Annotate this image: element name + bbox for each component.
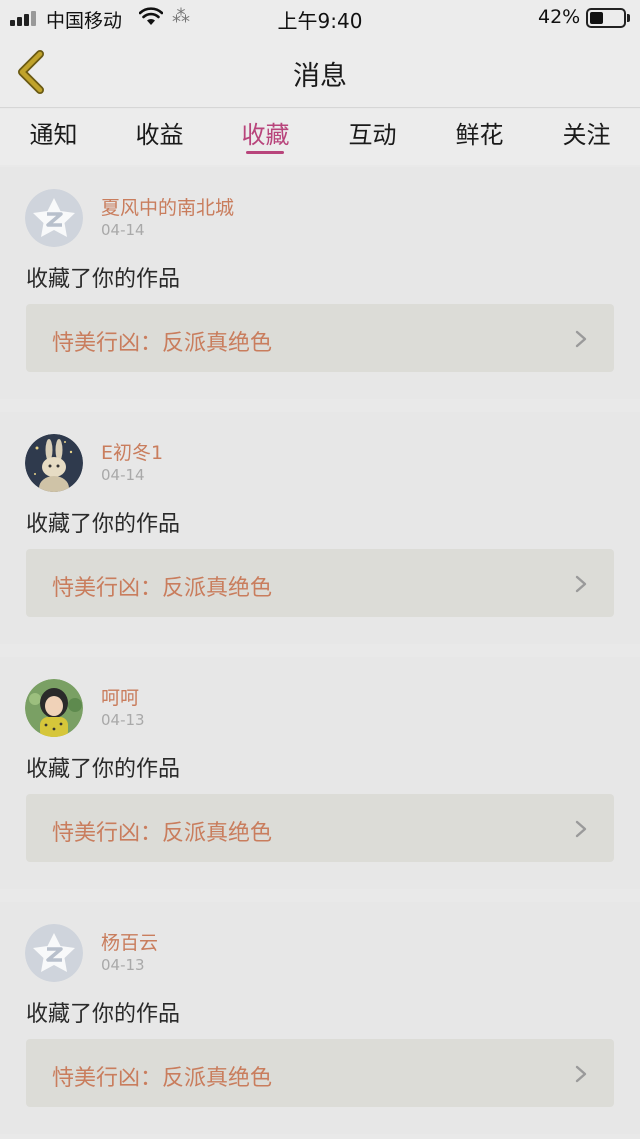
work-title: 恃美行凶：反派真绝色	[52, 331, 273, 356]
work-title: 恃美行凶：反派真绝色	[52, 576, 273, 601]
username-link[interactable]: 呵呵	[101, 683, 139, 710]
page-title: 消息	[293, 61, 347, 92]
username-link[interactable]: 夏风中的南北城	[101, 193, 234, 220]
tab-following[interactable]: 关注	[533, 115, 640, 150]
list-item: 呵呵 04-13 收藏了你的作品 恃美行凶：反派真绝色	[0, 657, 640, 889]
battery-tip	[627, 14, 630, 22]
battery-icon	[586, 8, 626, 28]
work-link[interactable]: 恃美行凶：反派真绝色	[26, 1039, 614, 1107]
message-text: 收藏了你的作品	[26, 1002, 181, 1027]
chevron-right-icon	[575, 330, 587, 348]
message-date: 04-13	[101, 956, 145, 974]
chevron-right-icon	[575, 575, 587, 593]
message-text: 收藏了你的作品	[26, 757, 181, 782]
tab-notifications[interactable]: 通知	[0, 115, 107, 150]
list-item: 夏风中的南北城 04-14 收藏了你的作品 恃美行凶：反派真绝色	[0, 167, 640, 399]
message-date: 04-14	[101, 221, 145, 239]
tab-favorites[interactable]: 收藏	[212, 115, 319, 150]
active-tab-indicator	[246, 151, 284, 154]
message-text: 收藏了你的作品	[26, 267, 181, 292]
work-link[interactable]: 恃美行凶：反派真绝色	[26, 794, 614, 862]
tab-bar: 通知 收益 收藏 互动 鲜花 关注	[0, 109, 640, 165]
tab-earnings[interactable]: 收益	[106, 115, 213, 150]
default-avatar-icon[interactable]	[25, 924, 83, 982]
tab-interactions[interactable]: 互动	[319, 115, 426, 150]
status-bar: 中国移动 ⁂ 上午9:40 42%	[0, 0, 640, 36]
rabbit-photo-avatar[interactable]	[25, 434, 83, 492]
chevron-left-icon	[18, 50, 44, 94]
work-title: 恃美行凶：反派真绝色	[52, 821, 273, 846]
work-link[interactable]: 恃美行凶：反派真绝色	[26, 549, 614, 617]
list-item: E初冬1 04-14 收藏了你的作品 恃美行凶：反派真绝色	[0, 412, 640, 644]
username-link[interactable]: E初冬1	[101, 438, 163, 465]
username-link[interactable]: 杨百云	[101, 928, 158, 955]
chevron-right-icon	[575, 1065, 587, 1083]
battery-percent: 42%	[538, 6, 581, 28]
work-title: 恃美行凶：反派真绝色	[52, 1066, 273, 1091]
list-item: 杨百云 04-13 收藏了你的作品 恃美行凶：反派真绝色	[0, 902, 640, 1134]
nav-bar: 消息	[0, 36, 640, 108]
tab-flowers[interactable]: 鲜花	[426, 115, 533, 150]
work-link[interactable]: 恃美行凶：反派真绝色	[26, 304, 614, 372]
message-text: 收藏了你的作品	[26, 512, 181, 537]
message-date: 04-13	[101, 711, 145, 729]
default-avatar-icon[interactable]	[25, 189, 83, 247]
back-button[interactable]	[10, 48, 58, 96]
message-date: 04-14	[101, 466, 145, 484]
girl-photo-avatar[interactable]	[25, 679, 83, 737]
chevron-right-icon	[575, 820, 587, 838]
